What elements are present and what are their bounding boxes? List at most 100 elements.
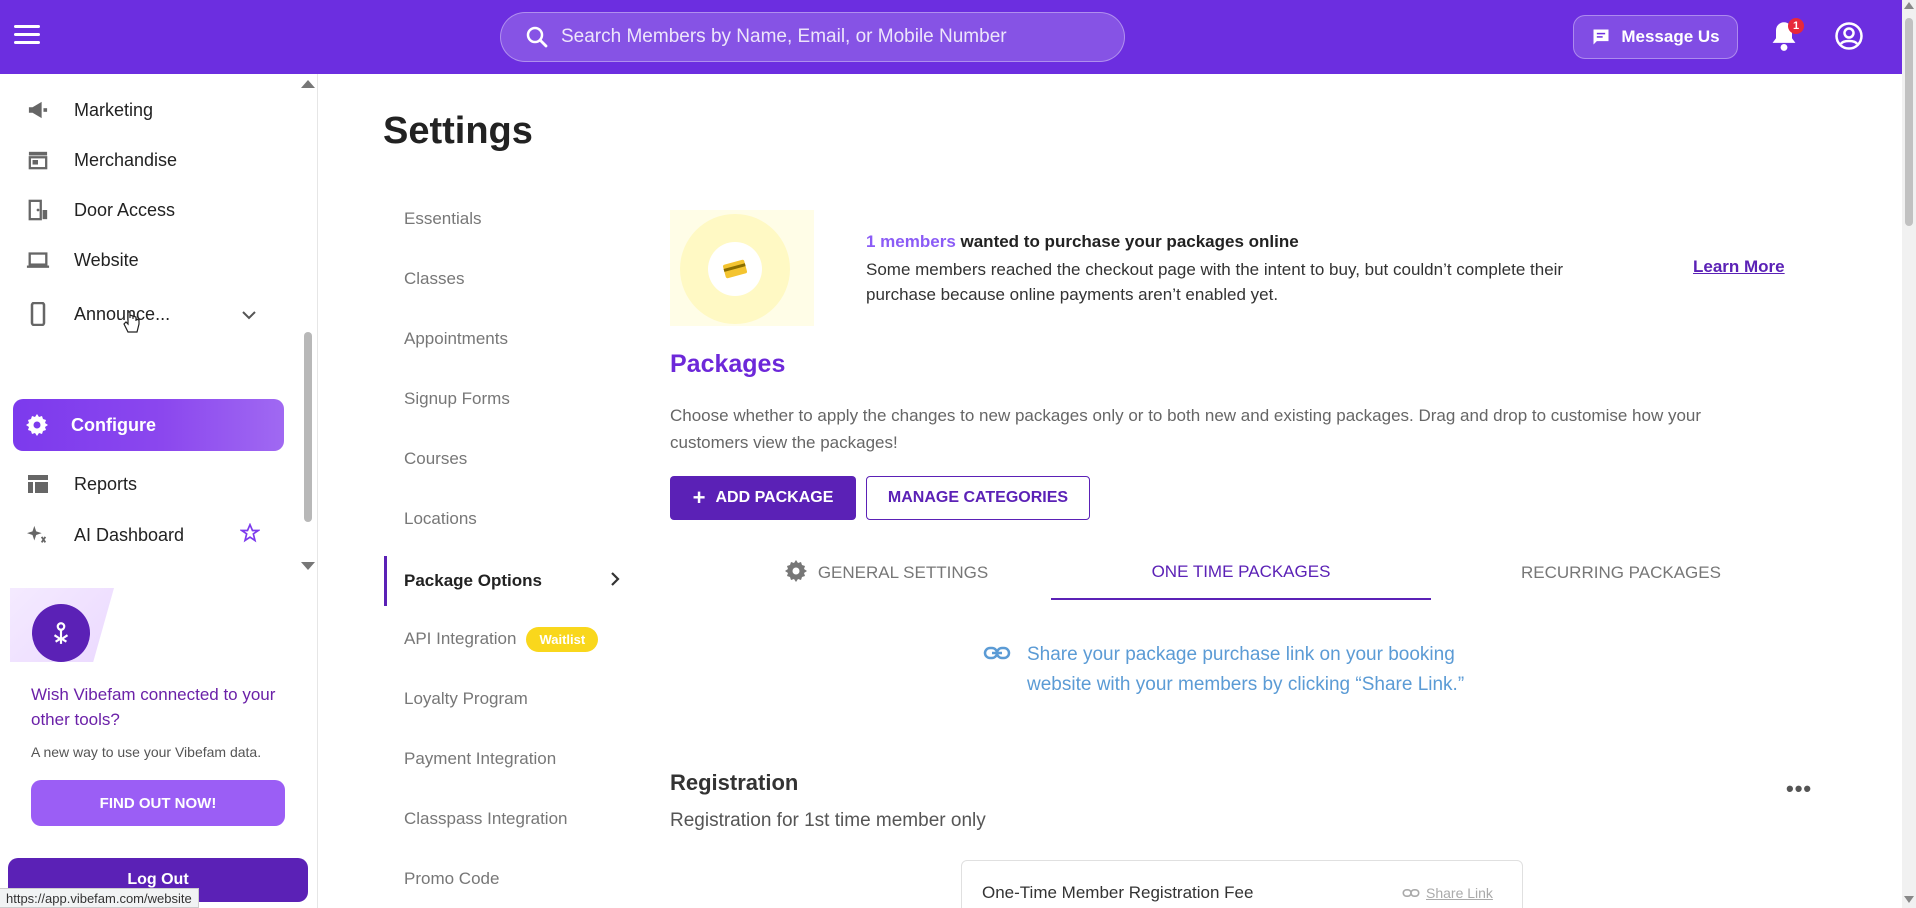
subnav-promo-code[interactable]: Promo Code xyxy=(384,856,624,902)
sidebar-item-label: Configure xyxy=(71,414,156,435)
banner-body: Some members reached the checkout page w… xyxy=(866,260,1564,304)
tab-label: ONE TIME PACKAGES xyxy=(1151,562,1331,581)
subnav-label: API Integration xyxy=(404,629,517,648)
tab-recurring-packages[interactable]: RECURRING PACKAGES xyxy=(1431,546,1811,600)
sidebar-scroll-thumb[interactable] xyxy=(304,332,312,522)
status-bar-url: https://app.vibefam.com/website xyxy=(0,888,199,908)
sidebar-item-ai-dashboard[interactable]: AI Dashboard xyxy=(0,512,290,558)
subnav-label: Essentials xyxy=(404,209,482,228)
store-icon xyxy=(26,148,50,172)
add-package-label: ADD PACKAGE xyxy=(715,489,834,506)
notification-badge: 1 xyxy=(1788,18,1804,34)
subnav-essentials[interactable]: Essentials xyxy=(384,196,624,242)
search-bar[interactable] xyxy=(500,12,1125,62)
banner-headline-text: wanted to purchase your packages online xyxy=(955,232,1299,251)
page-scrollbar[interactable] xyxy=(1902,0,1916,908)
sidebar-item-merchandise[interactable]: Merchandise xyxy=(0,137,290,183)
sidebar-item-website[interactable]: Website xyxy=(0,237,290,283)
subnav-label: Signup Forms xyxy=(404,389,510,408)
subnav-signup-forms[interactable]: Signup Forms xyxy=(384,376,624,422)
tab-one-time-packages[interactable]: ONE TIME PACKAGES xyxy=(1051,546,1431,600)
sidebar: Marketing Merchandise Door Access Websit… xyxy=(0,74,318,908)
subnav-courses[interactable]: Courses xyxy=(384,436,624,482)
subnav-label: Classes xyxy=(404,269,465,288)
search-input[interactable] xyxy=(561,26,1121,48)
phone-icon xyxy=(26,302,50,326)
page-scroll-thumb[interactable] xyxy=(1905,18,1913,226)
add-package-button[interactable]: + ADD PACKAGE xyxy=(670,476,856,520)
scroll-down-arrow[interactable] xyxy=(1904,896,1914,903)
banner-headline: 1 members wanted to purchase your packag… xyxy=(866,232,1299,252)
sidebar-item-announcements[interactable]: Announce... xyxy=(0,291,290,337)
banner-count: 1 members xyxy=(866,232,956,251)
sidebar-scroll-up[interactable] xyxy=(301,80,315,88)
share-note-text: Share your package purchase link on your… xyxy=(1027,644,1465,695)
sidebar-item-label: AI Dashboard xyxy=(74,524,185,545)
subnav-loyalty-program[interactable]: Loyalty Program xyxy=(384,676,624,722)
more-options-icon[interactable]: ••• xyxy=(1786,776,1812,802)
chevron-down-icon[interactable] xyxy=(241,304,257,325)
plus-icon: + xyxy=(692,485,706,510)
registration-fee-name: One-Time Member Registration Fee xyxy=(982,883,1254,902)
sidebar-item-label: Reports xyxy=(74,473,138,494)
subnav-label: Appointments xyxy=(404,329,508,348)
link-icon xyxy=(983,644,1011,700)
subnav-label: Loyalty Program xyxy=(404,689,528,708)
tab-label: GENERAL SETTINGS xyxy=(817,563,989,582)
chat-icon xyxy=(1593,29,1609,45)
table-icon xyxy=(26,472,50,496)
scroll-up-arrow[interactable] xyxy=(1904,2,1914,9)
account-icon xyxy=(1835,22,1863,50)
sidebar-item-door-access[interactable]: Door Access xyxy=(0,187,290,233)
sidebar-item-reports[interactable]: Reports xyxy=(0,461,290,507)
search-icon xyxy=(526,26,548,48)
subnav-label: Payment Integration xyxy=(404,749,557,768)
laptop-icon xyxy=(26,248,50,272)
packages-description: Choose whether to apply the changes to n… xyxy=(670,406,1702,452)
subnav-label: Locations xyxy=(404,509,477,528)
tab-general-settings[interactable]: GENERAL SETTINGS xyxy=(736,546,1036,600)
share-link-label: Share Link xyxy=(1426,885,1493,901)
registration-fee-card[interactable]: One-Time Member Registration Fee Share L… xyxy=(961,860,1523,908)
find-out-now-button[interactable]: FIND OUT NOW! xyxy=(31,780,285,826)
promo-title: Wish Vibefam connected to your other too… xyxy=(31,685,276,729)
message-us-button[interactable]: Message Us xyxy=(1573,15,1738,59)
subnav-label: Classpass Integration xyxy=(404,809,568,828)
registration-subtitle: Registration for 1st time member only xyxy=(670,810,986,831)
notifications-button[interactable]: 1 xyxy=(1770,18,1804,54)
star-icon[interactable] xyxy=(238,522,262,548)
sidebar-scroll-down[interactable] xyxy=(301,562,315,570)
menu-icon[interactable] xyxy=(14,25,40,47)
manage-categories-button[interactable]: MANAGE CATEGORIES xyxy=(866,476,1090,520)
subnav-locations[interactable]: Locations xyxy=(384,496,624,542)
subnav-api-integration[interactable]: API Integration Waitlist xyxy=(384,616,624,662)
megaphone-icon xyxy=(26,98,50,122)
payment-illustration xyxy=(670,210,814,326)
gear-icon xyxy=(25,413,49,437)
account-button[interactable] xyxy=(1834,21,1864,51)
sidebar-item-marketing[interactable]: Marketing xyxy=(0,87,290,133)
gear-icon xyxy=(784,559,808,588)
subnav-label: Promo Code xyxy=(404,869,500,888)
message-us-label: Message Us xyxy=(1621,27,1720,46)
sidebar-item-configure[interactable]: Configure xyxy=(13,399,284,451)
subnav-appointments[interactable]: Appointments xyxy=(384,316,624,362)
mouse-cursor-icon xyxy=(122,310,142,339)
link-icon xyxy=(1402,888,1420,898)
subnav-classpass-integration[interactable]: Classpass Integration xyxy=(384,796,624,842)
sidebar-item-label: Website xyxy=(74,249,139,270)
learn-more-link[interactable]: Learn More xyxy=(1693,257,1785,277)
subnav-payment-integration[interactable]: Payment Integration xyxy=(384,736,624,782)
sidebar-item-label: Merchandise xyxy=(74,149,178,170)
subnav-package-options[interactable]: Package Options xyxy=(384,556,624,606)
sidebar-scrollbar[interactable] xyxy=(301,74,315,574)
subnav-classes[interactable]: Classes xyxy=(384,256,624,302)
share-link-button[interactable]: Share Link xyxy=(1402,885,1493,901)
door-icon xyxy=(26,198,50,222)
page-title: Settings xyxy=(383,110,533,152)
sidebar-item-label: Door Access xyxy=(74,199,176,220)
top-bar: Message Us 1 xyxy=(0,0,1902,74)
share-link-note: Share your package purchase link on your… xyxy=(983,640,1507,700)
registration-title: Registration xyxy=(670,770,799,795)
waitlist-badge: Waitlist xyxy=(526,626,599,652)
